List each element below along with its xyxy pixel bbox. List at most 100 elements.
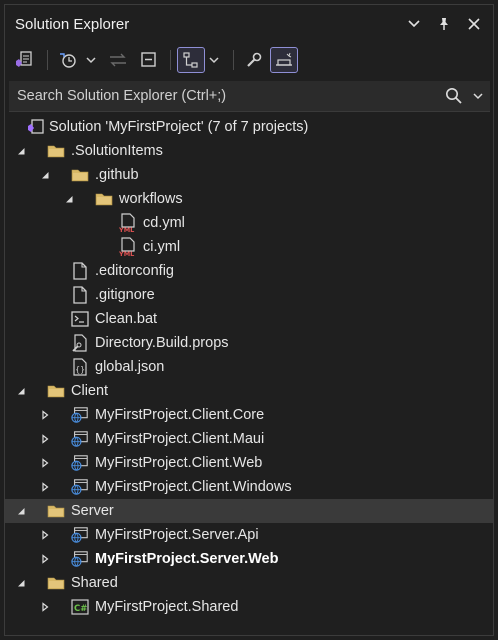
pin-icon[interactable]: [433, 13, 455, 35]
tree-item-label: Server: [71, 503, 114, 519]
svg-text:YML: YML: [119, 226, 134, 233]
tree-item-label: cd.yml: [143, 215, 185, 231]
expanded-triangle-icon[interactable]: [63, 193, 75, 205]
tree-item-label: MyFirstProject.Server.Api: [95, 527, 259, 543]
vs-solution-icon[interactable]: [11, 47, 39, 73]
tree-item-label: MyFirstProject.Client.Web: [95, 455, 263, 471]
folder-icon: [47, 502, 65, 520]
chevron-down-icon[interactable]: [84, 47, 98, 73]
tree-item[interactable]: .gitignore: [5, 283, 493, 307]
tree-item-label: MyFirstProject.Client.Maui: [95, 431, 265, 447]
collapsed-triangle-icon[interactable]: [39, 433, 51, 445]
tree-item[interactable]: MyFirstProject.Server.Web: [5, 547, 493, 571]
expanded-triangle-icon[interactable]: [15, 577, 27, 589]
svg-text:C#: C#: [74, 604, 87, 614]
sync-icon[interactable]: [104, 47, 132, 73]
tree-item[interactable]: workflows: [5, 187, 493, 211]
web-project-icon: [71, 550, 89, 568]
tree-item-label: .gitignore: [95, 287, 155, 303]
tree-item[interactable]: .github: [5, 163, 493, 187]
batch-file-icon: [71, 310, 89, 328]
solution-tree: Solution 'MyFirstProject' (7 of 7 projec…: [5, 115, 493, 619]
tree-item-label: ci.yml: [143, 239, 181, 255]
tree-item[interactable]: MyFirstProject.Client.Maui: [5, 427, 493, 451]
search-input[interactable]: [9, 87, 442, 105]
tree-item-label: workflows: [119, 191, 183, 207]
tree-item-label: Shared: [71, 575, 118, 591]
tree-item[interactable]: MyFirstProject.Client.Core: [5, 403, 493, 427]
web-project-icon: [71, 430, 89, 448]
search-box[interactable]: [9, 81, 490, 112]
solution-icon: [27, 118, 45, 136]
tree-item[interactable]: MyFirstProject.Client.Web: [5, 451, 493, 475]
tree-item-label: Client: [71, 383, 109, 399]
search-options-chevron-icon[interactable]: [466, 92, 490, 100]
folder-icon: [95, 190, 113, 208]
tree-item-label: .editorconfig: [95, 263, 174, 279]
expanded-triangle-icon[interactable]: [15, 385, 27, 397]
tree-item[interactable]: Solution 'MyFirstProject' (7 of 7 projec…: [5, 115, 493, 139]
toolbar-separator: [233, 50, 234, 70]
web-project-icon: [71, 406, 89, 424]
tree-item-label: Clean.bat: [95, 311, 158, 327]
file-icon: [71, 262, 89, 280]
tree-item[interactable]: {} global.json: [5, 355, 493, 379]
history-icon[interactable]: [54, 47, 82, 73]
tree-item-label: MyFirstProject.Client.Core: [95, 407, 265, 423]
tree-item[interactable]: MyFirstProject.Server.Api: [5, 523, 493, 547]
show-all-files-icon[interactable]: [177, 47, 205, 73]
collapsed-triangle-icon[interactable]: [39, 601, 51, 613]
tree-item[interactable]: Directory.Build.props: [5, 331, 493, 355]
tree-item[interactable]: .SolutionItems: [5, 139, 493, 163]
tree-item-label: Solution 'MyFirstProject' (7 of 7 projec…: [49, 119, 309, 135]
tree-item-label: .SolutionItems: [71, 143, 163, 159]
web-project-icon: [71, 478, 89, 496]
toolbar-separator: [170, 50, 171, 70]
toolbar: [5, 43, 493, 77]
collapse-all-icon[interactable]: [134, 47, 162, 73]
preview-icon[interactable]: [270, 47, 298, 73]
tree-item-label: MyFirstProject.Server.Web: [95, 551, 279, 567]
close-icon[interactable]: [463, 13, 485, 35]
yml-file-icon: YML: [119, 213, 137, 233]
title-bar: Solution Explorer: [5, 5, 493, 43]
collapsed-triangle-icon[interactable]: [39, 457, 51, 469]
properties-wrench-icon[interactable]: [240, 47, 268, 73]
search-icon[interactable]: [442, 87, 466, 105]
panel-title: Solution Explorer: [15, 15, 130, 33]
expanded-triangle-icon[interactable]: [39, 169, 51, 181]
tree-item-label: Directory.Build.props: [95, 335, 229, 351]
tree-item[interactable]: Clean.bat: [5, 307, 493, 331]
collapsed-triangle-icon[interactable]: [39, 553, 51, 565]
expanded-triangle-icon[interactable]: [15, 145, 27, 157]
tree-item[interactable]: Server: [5, 499, 493, 523]
tree-item[interactable]: Shared: [5, 571, 493, 595]
tree-item-label: .github: [95, 167, 139, 183]
tree-item-label: MyFirstProject.Shared: [95, 599, 239, 615]
chevron-down-icon[interactable]: [207, 47, 221, 73]
collapsed-triangle-icon[interactable]: [39, 409, 51, 421]
collapsed-triangle-icon[interactable]: [39, 529, 51, 541]
toolbar-separator: [47, 50, 48, 70]
folder-icon: [71, 166, 89, 184]
tree-item[interactable]: C# MyFirstProject.Shared: [5, 595, 493, 619]
svg-text:YML: YML: [119, 250, 134, 257]
folder-icon: [47, 382, 65, 400]
tree-item[interactable]: Client: [5, 379, 493, 403]
svg-text:{}: {}: [75, 365, 85, 374]
solution-explorer-panel: Solution Explorer Search Solution Explor…: [4, 4, 494, 636]
file-icon: [71, 286, 89, 304]
json-file-icon: {}: [71, 358, 89, 376]
collapsed-triangle-icon[interactable]: [39, 481, 51, 493]
folder-icon: [47, 142, 65, 160]
folder-icon: [47, 574, 65, 592]
tree-item[interactable]: YML cd.yml: [5, 211, 493, 235]
dropdown-arrow-icon[interactable]: [403, 13, 425, 35]
tree-item-label: MyFirstProject.Client.Windows: [95, 479, 292, 495]
expanded-triangle-icon[interactable]: [15, 505, 27, 517]
web-project-icon: [71, 526, 89, 544]
yml-file-icon: YML: [119, 237, 137, 257]
tree-item[interactable]: YML ci.yml: [5, 235, 493, 259]
tree-item[interactable]: .editorconfig: [5, 259, 493, 283]
tree-item[interactable]: MyFirstProject.Client.Windows: [5, 475, 493, 499]
